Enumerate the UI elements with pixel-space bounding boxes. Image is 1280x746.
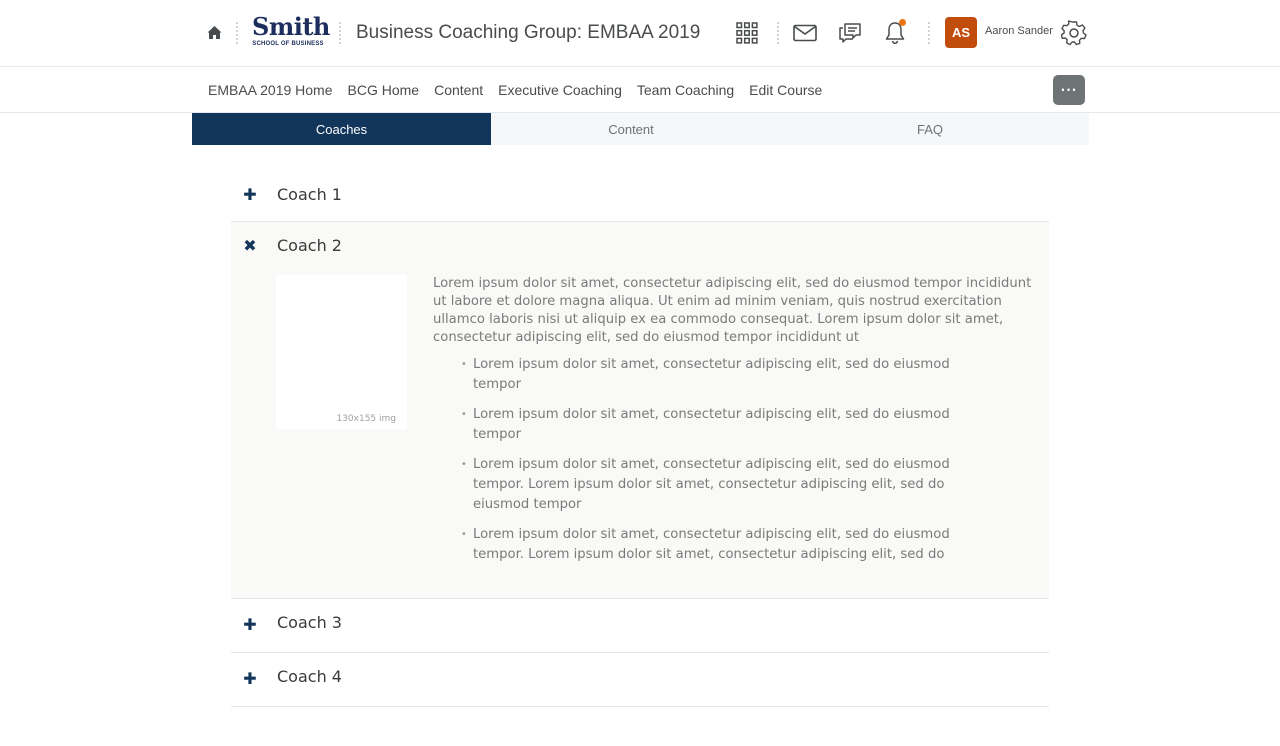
avatar[interactable]: AS (945, 17, 977, 48)
header-divider (236, 22, 238, 44)
chat-icon[interactable] (836, 19, 864, 47)
coaches-accordion: ✚ Coach 1 ✖ Coach 2 130x155 img Lorem ip… (231, 171, 1049, 707)
nav-link-executive-coaching[interactable]: Executive Coaching (498, 81, 622, 99)
notification-dot (899, 19, 906, 26)
logo-wordmark: Smith (252, 12, 330, 41)
image-caption: 130x155 img (336, 414, 396, 424)
accordion-title: Coach 1 (277, 185, 342, 204)
nav-link-bcg-home[interactable]: BCG Home (348, 81, 420, 99)
course-title[interactable]: Business Coaching Group: EMBAA 2019 (356, 20, 700, 46)
accordion-title: Coach 4 (277, 667, 342, 686)
mail-icon[interactable] (791, 19, 819, 47)
course-navbar: EMBAA 2019 Home BCG Home Content Executi… (0, 67, 1280, 113)
accordion-body: 130x155 img Lorem ipsum dolor sit amet, … (231, 272, 1049, 598)
list-item: Lorem ipsum dolor sit amet, consectetur … (461, 455, 983, 515)
tab-coaches[interactable]: Coaches (192, 113, 491, 145)
coach-bio: Lorem ipsum dolor sit amet, consectetur … (433, 275, 1033, 575)
plus-icon[interactable]: ✚ (243, 671, 257, 687)
gear-icon[interactable] (1060, 19, 1088, 47)
logo-subtitle: SCHOOL OF BUSINESS (252, 41, 324, 47)
close-icon[interactable]: ✖ (243, 238, 257, 254)
accordion-header[interactable]: ✚ Coach 1 (231, 171, 1049, 221)
list-item: Lorem ipsum dolor sit amet, consectetur … (461, 525, 983, 565)
accordion-header[interactable]: ✚ Coach 3 (231, 599, 1049, 652)
coach-bio-list: Lorem ipsum dolor sit amet, consectetur … (433, 355, 1033, 565)
accordion-header[interactable]: ✚ Coach 4 (231, 653, 1049, 706)
nav-link-content[interactable]: Content (434, 81, 483, 99)
tab-content[interactable]: Content (491, 113, 771, 145)
coach-bio-paragraph: Lorem ipsum dolor sit amet, consectetur … (433, 276, 1032, 345)
plus-icon[interactable]: ✚ (243, 617, 257, 633)
list-item: Lorem ipsum dolor sit amet, consectetur … (461, 355, 983, 395)
accordion-item-coach-2: ✖ Coach 2 130x155 img Lorem ipsum dolor … (231, 222, 1049, 599)
header-divider (777, 22, 779, 44)
nav-link-team-coaching[interactable]: Team Coaching (637, 81, 734, 99)
nav-link-edit-course[interactable]: Edit Course (749, 81, 822, 99)
top-header: Smith SCHOOL OF BUSINESS Business Coachi… (0, 0, 1280, 67)
nav-links: EMBAA 2019 Home BCG Home Content Executi… (208, 81, 822, 99)
accordion-header[interactable]: ✖ Coach 2 (231, 222, 1049, 272)
header-divider (339, 22, 341, 44)
plus-icon[interactable]: ✚ (243, 187, 257, 203)
list-item: Lorem ipsum dolor sit amet, consectetur … (461, 405, 983, 445)
accordion-item-coach-3: ✚ Coach 3 (231, 599, 1049, 653)
nav-link-embaa-home[interactable]: EMBAA 2019 Home (208, 81, 333, 99)
accordion-item-coach-4: ✚ Coach 4 (231, 653, 1049, 707)
section-tabs: Coaches Content FAQ (192, 113, 1089, 145)
coach-photo-placeholder: 130x155 img (276, 275, 407, 429)
header-divider (928, 22, 930, 44)
bell-icon[interactable] (881, 19, 909, 47)
user-name[interactable]: Aaron Sander (985, 25, 1053, 37)
home-icon[interactable] (206, 24, 223, 41)
accordion-title: Coach 2 (277, 236, 342, 255)
tab-faq[interactable]: FAQ (771, 113, 1089, 145)
grid-icon[interactable] (733, 19, 761, 47)
accordion-title: Coach 3 (277, 613, 342, 632)
smith-logo[interactable]: Smith SCHOOL OF BUSINESS (252, 12, 330, 52)
accordion-item-coach-1: ✚ Coach 1 (231, 171, 1049, 222)
more-options-button[interactable]: ··· (1053, 75, 1085, 105)
